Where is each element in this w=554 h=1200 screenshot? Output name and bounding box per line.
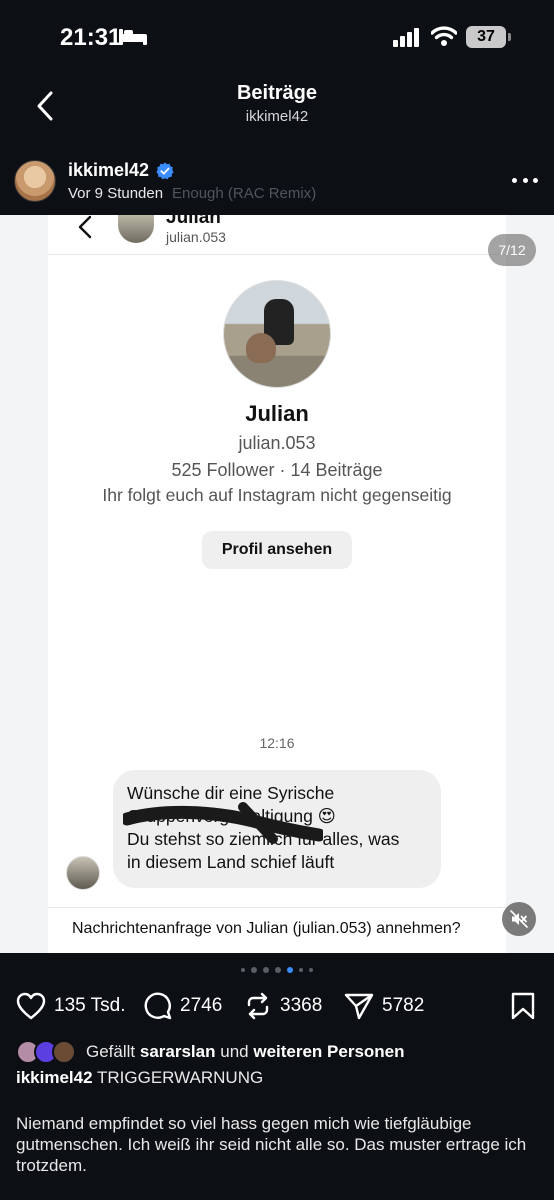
verified-badge-icon (156, 162, 174, 180)
carousel-dot (275, 967, 281, 973)
carousel-dot (299, 968, 303, 972)
share-count: 5782 (382, 995, 425, 1016)
dm-screenshot: Julian julian.053 Julian julian.053 525 … (48, 215, 506, 953)
message-request-bar: Nachrichtenanfrage von Julian (julian.05… (48, 907, 506, 953)
post-actions: 135 Tsd. 2746 3368 5782 (0, 988, 554, 1028)
carousel-dot (251, 967, 257, 973)
mute-button[interactable] (502, 902, 536, 936)
post-caption-headline: ikkimel42 TRIGGERWARNUNG (16, 1068, 536, 1088)
carousel-indicator (0, 967, 554, 977)
page-header: Beiträge ikkimel42 (0, 72, 554, 144)
carousel-dot (241, 968, 245, 972)
more-options-button[interactable] (512, 174, 538, 186)
comment-count: 2746 (180, 995, 223, 1016)
author-avatar[interactable] (14, 160, 56, 202)
repost-button[interactable]: 3368 (244, 988, 322, 1024)
post-media[interactable]: Julian julian.053 Julian julian.053 525 … (0, 215, 554, 953)
message-bubble: Wünsche dir eine Syrische Gruppenvergewa… (113, 770, 441, 888)
page-subtitle: ikkimel42 (245, 108, 309, 125)
repost-icon (247, 992, 269, 1020)
comment-icon (144, 992, 172, 1020)
dm-header-username: julian.053 (166, 229, 226, 245)
comment-button[interactable]: 2746 (144, 988, 222, 1024)
like-count: 135 Tsd. (54, 995, 126, 1016)
send-icon (344, 993, 374, 1020)
profile-username: julian.053 (238, 433, 316, 453)
post-author-row: ikkimel42 Vor 9 Stunden Enough (RAC Remi… (0, 156, 554, 212)
dm-header-name: Julian (166, 215, 221, 228)
message-request-text: Nachrichtenanfrage von Julian (julian.05… (72, 920, 461, 937)
carousel-dot-active (287, 967, 293, 973)
post-caption-body: Niemand empfindet so viel hass gegen mic… (16, 1114, 527, 1175)
profile-picture (223, 280, 331, 388)
speaker-muted-icon (510, 910, 528, 928)
heart-icon (16, 992, 46, 1020)
carousel-dot (309, 968, 313, 972)
view-profile-button: Profil ansehen (202, 531, 352, 569)
message-line: in diesem Land schief läuft (127, 852, 335, 872)
image-counter-badge: 7/12 (488, 234, 536, 266)
post-timestamp: Vor 9 Stunden (68, 185, 164, 202)
liked-by-avatars (16, 1040, 82, 1066)
status-time: 21:31 (60, 24, 122, 51)
liked-by-text: Gefällt sararslan und weiteren Personen (86, 1042, 405, 1061)
page-title: Beiträge (236, 82, 318, 104)
liker-username[interactable]: sararslan (140, 1042, 216, 1061)
status-bar: 21:31 37 (0, 0, 554, 70)
message-line: Gruppenvergewaltigung 😍 (127, 806, 336, 826)
like-button[interactable]: 135 Tsd. (16, 988, 125, 1024)
bookmark-icon[interactable] (510, 992, 536, 1020)
dm-back-icon (78, 215, 92, 239)
dm-header: Julian julian.053 (48, 215, 506, 255)
more-dot-icon (512, 177, 517, 183)
liked-by-row[interactable]: Gefällt sararslan und weiteren Personen (0, 1038, 554, 1066)
profile-mutual-info: Ihr folgt euch auf Instagram nicht gegen… (102, 485, 452, 505)
message-line: Wünsche dir eine Syrische (127, 783, 335, 803)
message-timestamp: 12:16 (259, 735, 295, 751)
wifi-icon (431, 26, 457, 46)
carousel-dot (263, 967, 269, 973)
author-username[interactable]: ikkimel42 (68, 160, 149, 181)
more-dot-icon (533, 177, 538, 183)
profile-name: Julian (245, 401, 309, 426)
sender-avatar (66, 856, 100, 890)
repost-count: 3368 (280, 995, 323, 1016)
caption-author[interactable]: ikkimel42 (16, 1068, 93, 1087)
message-line: Du stehst so ziemlich für alles, was (127, 829, 400, 849)
more-dot-icon (522, 177, 528, 183)
music-overlay-text: Enough (RAC Remix) (172, 185, 317, 202)
profile-stats: 525 Follower · 14 Beiträge (171, 460, 383, 480)
battery-indicator: 37 (466, 26, 511, 48)
liker-avatar (52, 1040, 76, 1064)
dm-header-avatar (118, 215, 154, 243)
share-button[interactable]: 5782 (344, 988, 424, 1024)
sleep-focus-icon (119, 29, 147, 45)
caption-headline: TRIGGERWARNUNG (96, 1068, 264, 1087)
cellular-signal-icon (393, 28, 419, 47)
liked-by-others[interactable]: weiteren Personen (253, 1042, 404, 1061)
